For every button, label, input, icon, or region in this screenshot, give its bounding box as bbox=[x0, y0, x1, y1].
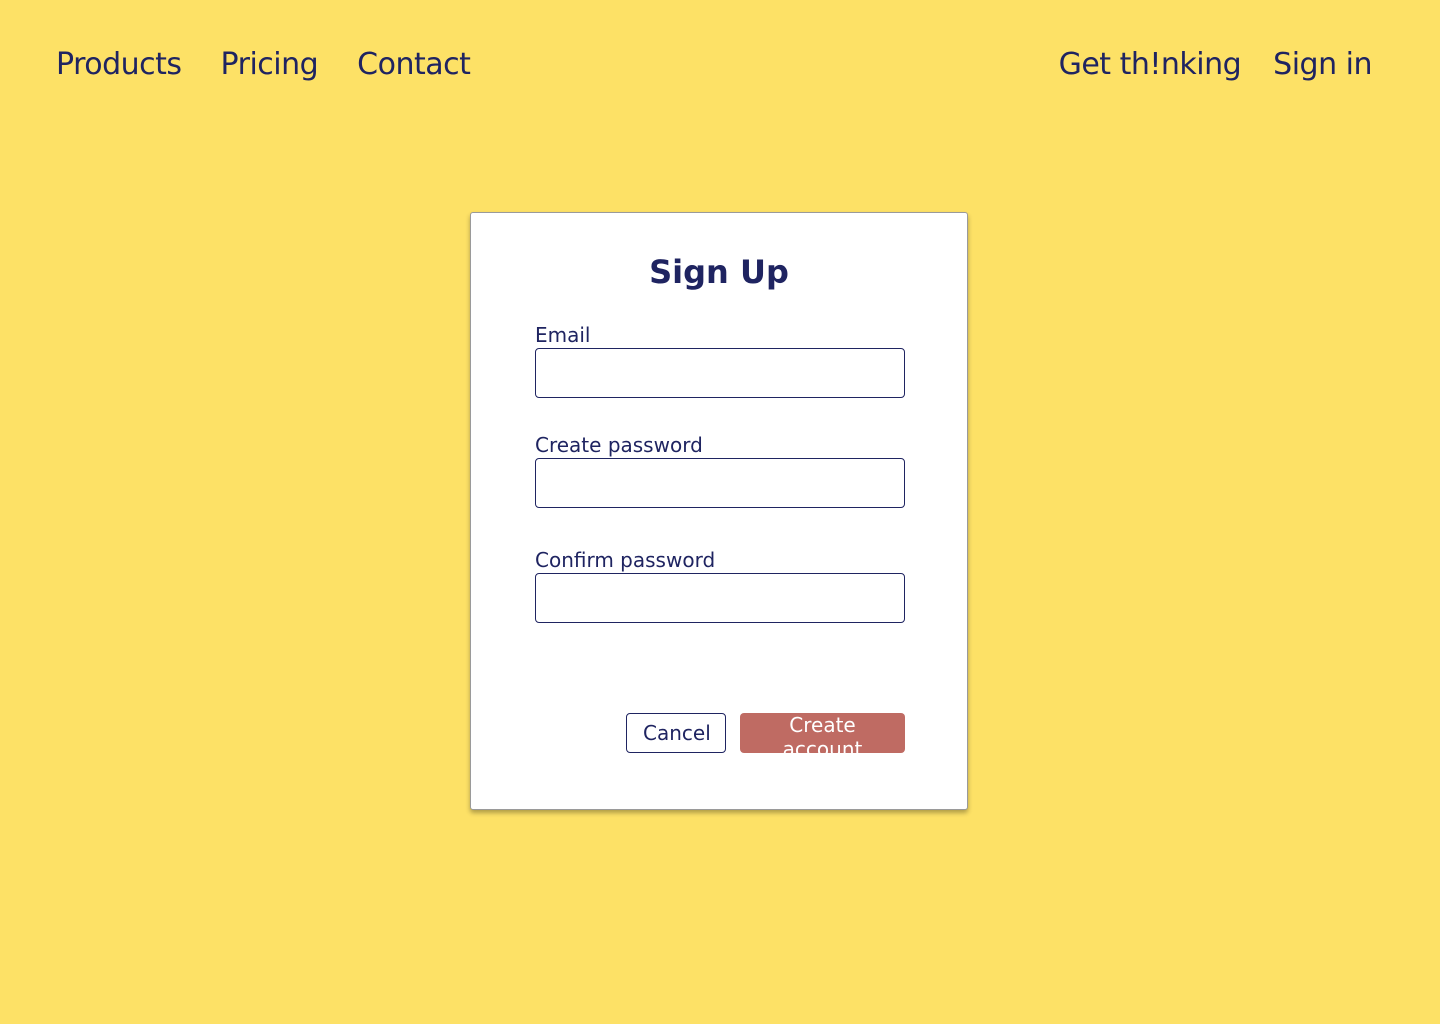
nav-link-get-thinking[interactable]: Get th!nking bbox=[1059, 44, 1242, 86]
confirm-password-label: Confirm password bbox=[535, 548, 716, 572]
confirm-password-input[interactable] bbox=[535, 573, 905, 623]
signup-title: Sign Up bbox=[649, 253, 789, 291]
email-label: Email bbox=[535, 323, 591, 347]
signup-card: Sign Up Email Create password Confirm pa… bbox=[470, 212, 968, 810]
cancel-button[interactable]: Cancel bbox=[626, 713, 726, 753]
confirm-password-field-group: Confirm password bbox=[535, 548, 905, 623]
form-actions: Cancel Create account bbox=[626, 713, 905, 761]
primary-nav: Products Pricing Contact bbox=[56, 44, 471, 86]
nav-link-contact[interactable]: Contact bbox=[357, 44, 471, 86]
nav-link-sign-in[interactable]: Sign in bbox=[1273, 44, 1372, 86]
create-password-label: Create password bbox=[535, 433, 703, 457]
secondary-nav: Get th!nking Sign in bbox=[1059, 44, 1373, 86]
nav-link-products[interactable]: Products bbox=[56, 44, 182, 86]
create-password-input[interactable] bbox=[535, 458, 905, 508]
create-account-button[interactable]: Create account bbox=[740, 713, 905, 761]
nav-link-pricing[interactable]: Pricing bbox=[221, 44, 319, 86]
email-input[interactable] bbox=[535, 348, 905, 398]
email-field-group: Email bbox=[535, 323, 905, 398]
create-password-field-group: Create password bbox=[535, 433, 905, 508]
